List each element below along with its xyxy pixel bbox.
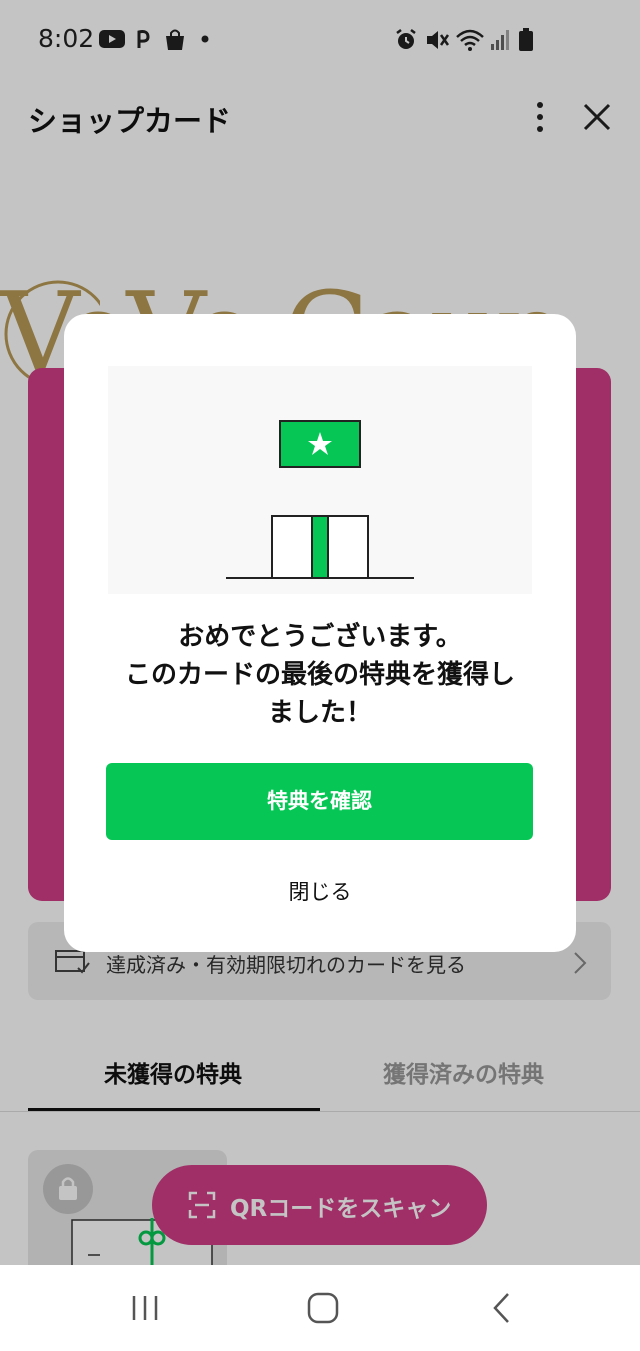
reward-illustration (108, 366, 532, 594)
gift-box-illustration (226, 420, 414, 579)
back-icon[interactable] (490, 1291, 514, 1325)
home-icon[interactable] (306, 1291, 340, 1325)
confirm-reward-button[interactable]: 特典を確認 (106, 763, 533, 840)
dialog-message-line1: おめでとうございます。 (178, 622, 462, 652)
navigation-bar (0, 1265, 640, 1351)
dialog-message: おめでとうございます。 このカードの最後の特典を獲得し ました！ (64, 618, 576, 732)
dialog-message-line2: このカードの最後の特典を獲得し (124, 660, 515, 690)
dialog-message-line3: ました！ (267, 698, 372, 728)
close-dialog-button[interactable]: 閉じる (220, 876, 420, 914)
recent-apps-icon[interactable] (130, 1293, 160, 1323)
